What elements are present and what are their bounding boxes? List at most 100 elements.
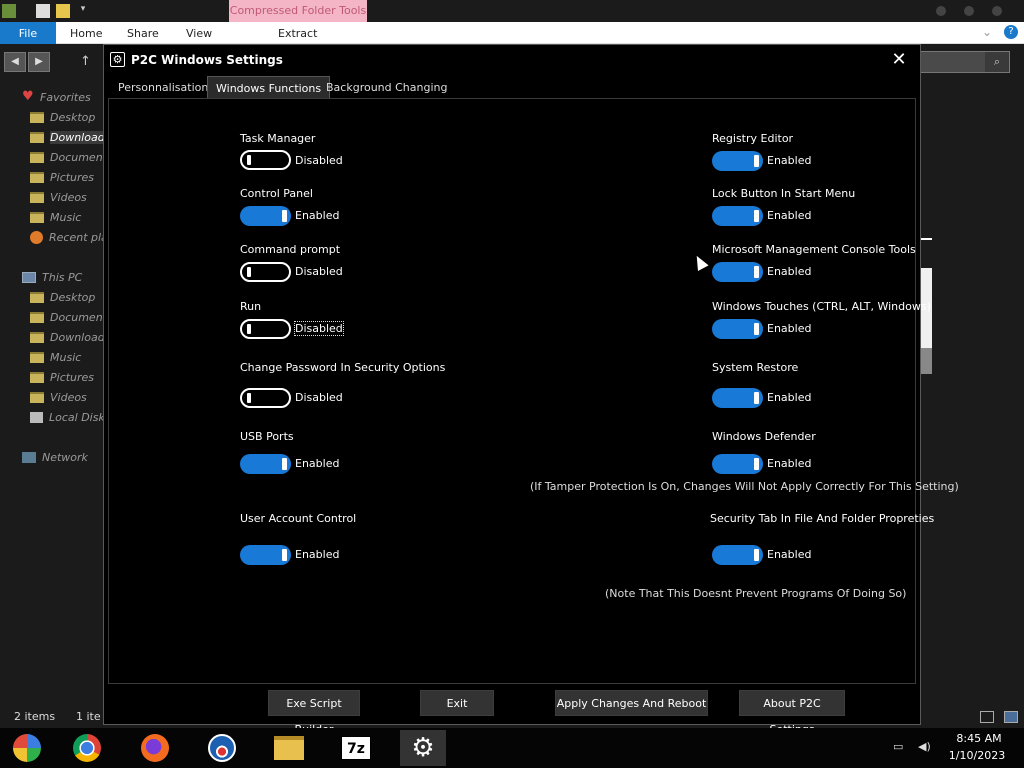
toggle-windows-touches[interactable]: [712, 319, 763, 339]
nav-fav-videos[interactable]: Videos: [30, 188, 87, 206]
nav-fav-downloads[interactable]: Downloads: [30, 128, 111, 146]
folder-icon: [30, 371, 44, 383]
nav-fav-documents[interactable]: Documents: [30, 148, 113, 166]
dialog-titlebar[interactable]: ⚙ P2C Windows Settings ✕: [104, 45, 920, 75]
ribbon-tab-file[interactable]: File: [0, 22, 56, 44]
close-explorer-icon[interactable]: [992, 6, 1002, 16]
nav-pc-downloads[interactable]: Downloads: [30, 328, 110, 346]
p2c-settings-button[interactable]: ⚙: [400, 730, 446, 766]
option-label-command-prompt: Command prompt: [240, 243, 341, 256]
taskbar: 7z ⚙ ▭ ◀) 8:45 AM 1/10/2023: [0, 728, 1024, 768]
network-icon: [22, 451, 36, 463]
start-button[interactable]: [4, 730, 50, 766]
7zip-button[interactable]: 7z: [333, 730, 379, 766]
ribbon-tab-home[interactable]: Home: [70, 22, 102, 44]
firefox-button[interactable]: [132, 730, 178, 766]
state-task-manager: Disabled: [295, 154, 343, 167]
navigation-pane: ♥ Favorites Desktop Downloads Documents P…: [0, 84, 126, 704]
toggle-knob: [282, 549, 287, 561]
tab-background-changing[interactable]: Background Changing: [318, 76, 455, 99]
new-folder-icon[interactable]: [56, 4, 70, 18]
nav-fav-music[interactable]: Music: [30, 208, 81, 226]
ribbon-expand-icon[interactable]: ⌄: [982, 25, 992, 39]
nav-pc-local-disk[interactable]: Local Disk: [30, 408, 105, 426]
ribbon-tab-share[interactable]: Share: [127, 22, 159, 44]
close-icon[interactable]: ✕: [888, 50, 910, 70]
toggle-user-account-control[interactable]: [240, 545, 291, 565]
exit-button[interactable]: Exit: [420, 690, 494, 716]
tab-windows-functions[interactable]: Windows Functions: [207, 76, 331, 99]
properties-icon[interactable]: [36, 4, 50, 18]
recent-places-icon: [30, 230, 43, 244]
forward-button[interactable]: ▶: [28, 52, 50, 72]
nav-this-pc[interactable]: This PC: [22, 268, 82, 286]
apply-changes-reboot-button[interactable]: Apply Changes And Reboot: [555, 690, 708, 716]
toggle-mmc-tools[interactable]: [712, 262, 763, 282]
toggle-security-tab[interactable]: [712, 545, 763, 565]
clock-date[interactable]: 1/10/2023: [944, 749, 1010, 762]
nav-pc-pictures[interactable]: Pictures: [30, 368, 94, 386]
option-label-security-tab: Security Tab In File And Folder Propreti…: [710, 512, 935, 525]
volume-icon[interactable]: ◀): [918, 741, 932, 753]
nav-fav-desktop[interactable]: Desktop: [30, 108, 95, 126]
folder-icon: [30, 331, 44, 343]
nav-pc-music[interactable]: Music: [30, 348, 81, 366]
toggle-lock-button[interactable]: [712, 206, 763, 226]
back-button[interactable]: ◀: [4, 52, 26, 72]
nav-pc-desktop[interactable]: Desktop: [30, 288, 95, 306]
tab-personnalisation[interactable]: Personnalisation: [110, 76, 216, 99]
maximize-icon[interactable]: [964, 6, 974, 16]
toggle-run[interactable]: [240, 319, 291, 339]
up-arrow-icon[interactable]: ↑: [80, 54, 91, 69]
dialog-title: P2C Windows Settings: [131, 53, 283, 67]
nav-favorites[interactable]: ♥ Favorites: [22, 88, 91, 106]
toggle-control-panel[interactable]: [240, 206, 291, 226]
compressed-folder-tools-tab[interactable]: Compressed Folder Tools: [229, 0, 367, 22]
network-tray-icon[interactable]: ▭: [893, 741, 907, 753]
large-icons-view-icon[interactable]: [1004, 711, 1018, 723]
selection-count: 1 ite: [76, 710, 101, 723]
folder-icon: [30, 351, 44, 363]
option-label-windows-defender: Windows Defender: [712, 430, 816, 443]
state-change-password: Disabled: [295, 391, 343, 404]
nav-fav-pictures[interactable]: Pictures: [30, 168, 94, 186]
option-label-run: Run: [240, 300, 262, 313]
toggle-registry-editor[interactable]: [712, 151, 763, 171]
details-view-icon[interactable]: [980, 711, 994, 723]
quick-access-toolbar: ▾ Compressed Folder Tools: [0, 0, 1024, 22]
folder-icon: [30, 191, 44, 203]
toggle-command-prompt[interactable]: [240, 262, 291, 282]
scrollbar-thumb[interactable]: [920, 348, 932, 374]
toggle-change-password[interactable]: [240, 388, 291, 408]
nav-pc-videos[interactable]: Videos: [30, 388, 87, 406]
search-icon[interactable]: ⌕: [985, 52, 1009, 72]
state-windows-touches: Enabled: [767, 322, 812, 335]
ribbon-tab-extract[interactable]: Extract: [278, 22, 317, 44]
settings-gear-icon: ⚙: [411, 733, 435, 763]
about-button[interactable]: About P2C Settings: [739, 690, 845, 736]
security-tab-note: (Note That This Doesnt Prevent Programs …: [605, 587, 907, 600]
file-explorer-button[interactable]: [266, 730, 312, 766]
chevron-down-icon[interactable]: ▾: [76, 4, 90, 18]
folder-icon: [30, 291, 44, 303]
toggle-windows-defender[interactable]: [712, 454, 763, 474]
search-box[interactable]: ⌕: [920, 51, 1010, 73]
computer-icon: [22, 271, 36, 283]
minimize-icon[interactable]: [936, 6, 946, 16]
option-label-change-password: Change Password In Security Options: [240, 361, 446, 374]
toggle-usb-ports[interactable]: [240, 454, 291, 474]
toggle-task-manager[interactable]: [240, 150, 291, 170]
nav-network[interactable]: Network: [22, 448, 88, 466]
state-system-restore: Enabled: [767, 391, 812, 404]
state-usb-ports: Enabled: [295, 457, 340, 470]
help-icon[interactable]: ?: [1004, 25, 1018, 39]
option-label-lock-button: Lock Button In Start Menu: [712, 187, 856, 200]
exe-script-builder-button[interactable]: Exe Script Builder: [268, 690, 360, 736]
clock-time[interactable]: 8:45 AM: [948, 732, 1010, 745]
toggle-system-restore[interactable]: [712, 388, 763, 408]
firefox-icon: [141, 734, 169, 762]
chrome-button[interactable]: [64, 730, 110, 766]
ribbon-tab-view[interactable]: View: [186, 22, 212, 44]
obama-button[interactable]: [199, 730, 245, 766]
nav-pc-documents[interactable]: Documents: [30, 308, 113, 326]
